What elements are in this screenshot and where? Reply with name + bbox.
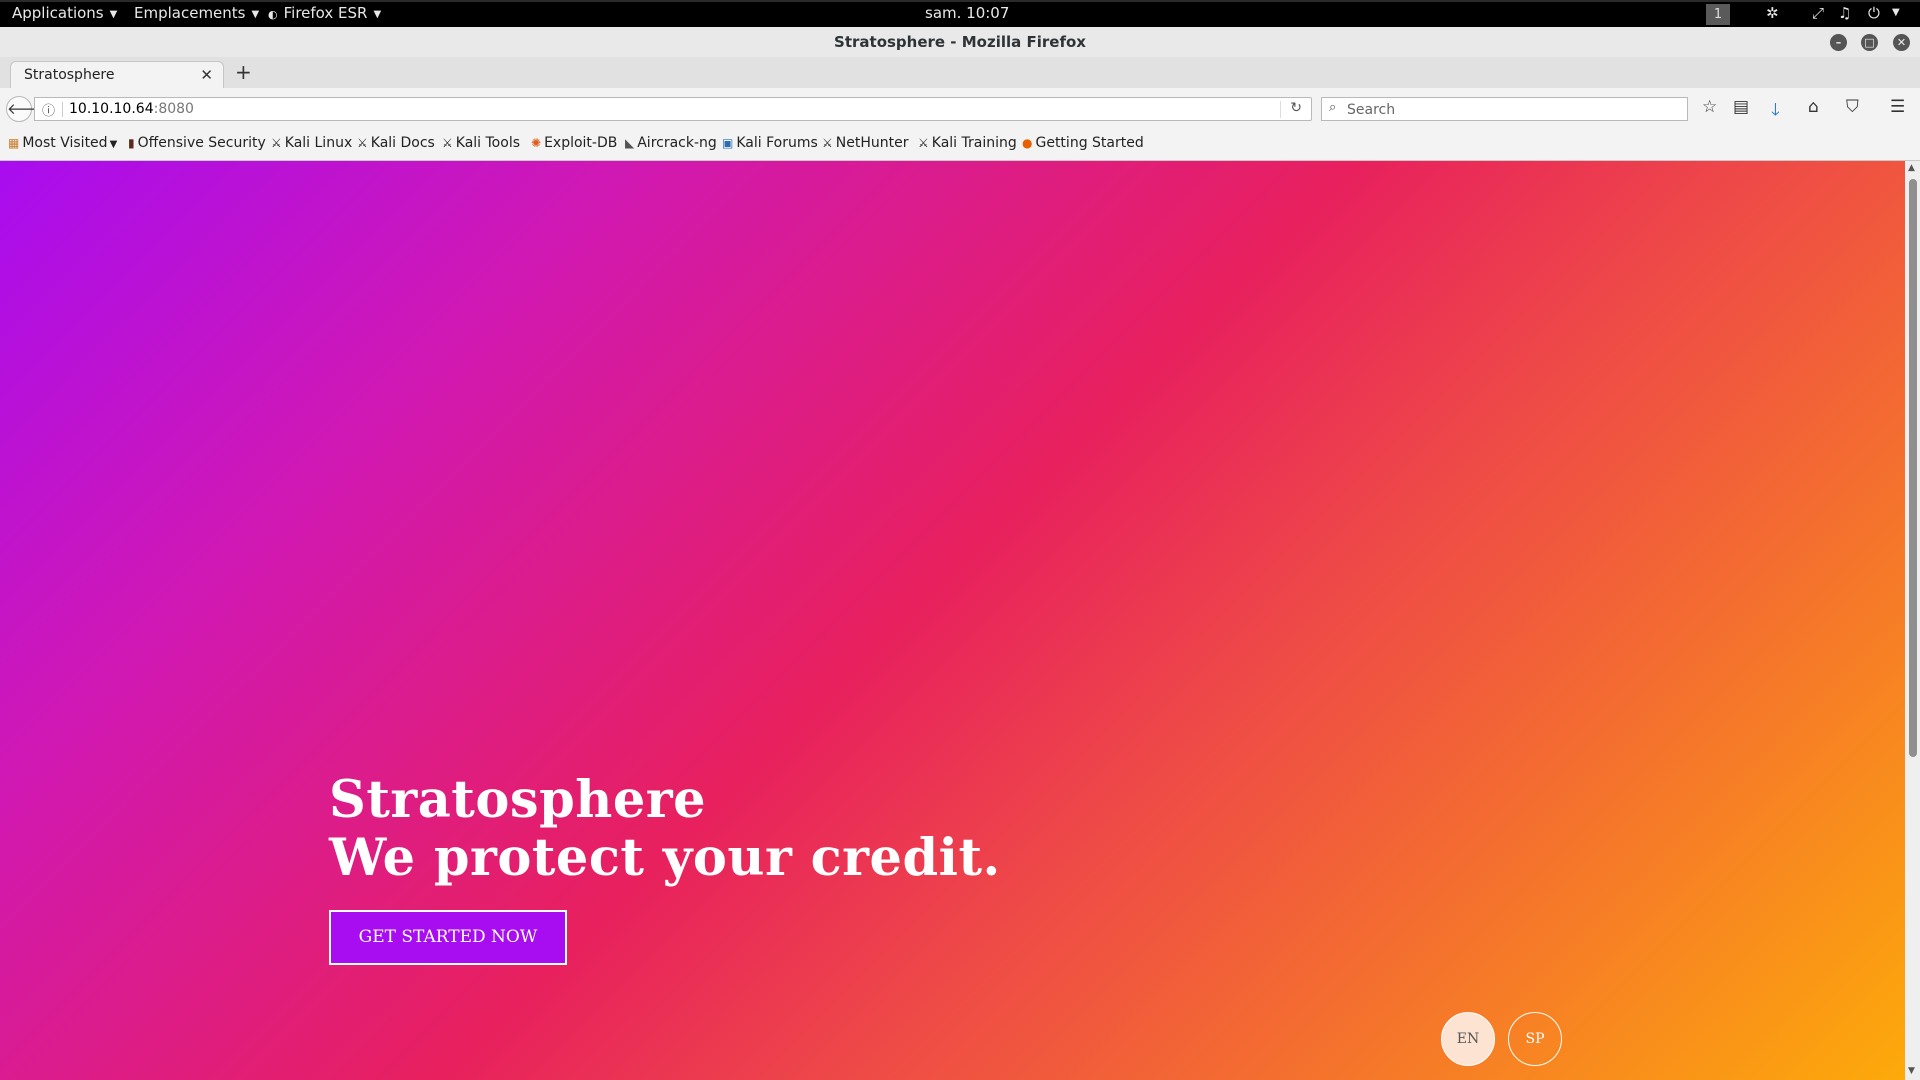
- bookmark-kali-linux[interactable]: ⚔ Kali Linux: [271, 135, 352, 151]
- bookmark-label: Kali Tools: [455, 135, 520, 151]
- bookmark-exploit-db[interactable]: ✺ Exploit-DB: [531, 135, 617, 151]
- scroll-up-icon[interactable]: ▲: [1908, 163, 1915, 173]
- bookmark-nethunter[interactable]: ⚔ NetHunter: [822, 135, 908, 151]
- scroll-down-icon[interactable]: ▼: [1908, 1066, 1915, 1076]
- applications-menu[interactable]: Applications ▼: [12, 4, 117, 22]
- kali-icon: ⚔: [442, 136, 453, 150]
- url-divider: [62, 102, 63, 117]
- pocket-icon[interactable]: ⛉: [1846, 97, 1859, 117]
- url-port: :8080: [153, 101, 194, 117]
- hero-heading: Stratosphere We protect your credit.: [329, 771, 1001, 887]
- bookmark-most-visited[interactable]: ▦ Most Visited ▼: [8, 135, 117, 151]
- network-icon[interactable]: ⤢: [1812, 4, 1824, 22]
- kali-icon: ⚔: [357, 136, 368, 150]
- kali-icon: ⚔: [822, 136, 833, 150]
- firefox-icon: ◐: [268, 8, 278, 21]
- caret-down-icon: ▼: [109, 9, 118, 20]
- search-input[interactable]: [1345, 100, 1679, 120]
- new-tab-button[interactable]: +: [235, 60, 252, 84]
- folder-icon: ▦: [8, 136, 20, 150]
- places-label: Emplacements: [134, 4, 246, 22]
- bookmark-label: Kali Docs: [370, 135, 435, 151]
- offsec-icon: ▮: [128, 136, 135, 150]
- downloads-icon[interactable]: 🡓: [1771, 97, 1780, 126]
- page-scrollbar[interactable]: ▲ ▼: [1905, 161, 1920, 1080]
- bookmark-label: Kali Training: [931, 135, 1017, 151]
- reading-list-icon[interactable]: ▤: [1733, 97, 1749, 117]
- get-started-button[interactable]: GET STARTED NOW: [329, 910, 567, 965]
- bookmark-aircrack-ng[interactable]: ◣ Aircrack-ng: [625, 135, 717, 151]
- workspace-indicator[interactable]: 1: [1706, 4, 1730, 25]
- system-top-bar: Applications ▼ Emplacements ▼ ◐ Firefox ESR…: [0, 0, 1920, 27]
- power-icon[interactable]: ⏻: [1868, 4, 1880, 22]
- volume-icon[interactable]: ♫: [1838, 4, 1851, 22]
- bookmark-star-icon[interactable]: ☆: [1702, 97, 1717, 117]
- tab-stratosphere[interactable]: Stratosphere ✕: [10, 61, 224, 89]
- scrollbar-thumb[interactable]: [1909, 179, 1917, 757]
- close-window-button[interactable]: ✕: [1893, 34, 1910, 51]
- firefox-app-menu[interactable]: ◐ Firefox ESR ▼: [268, 4, 381, 22]
- bookmark-label: Kali Linux: [284, 135, 353, 151]
- clock[interactable]: sam. 10:07: [925, 4, 1009, 22]
- url-bar[interactable]: ⓘ 10.10.10.64:8080 ↻: [34, 97, 1312, 121]
- bookmarks-toolbar: ▦ Most Visited ▼ ▮ Offensive Security ⚔ Kali…: [0, 130, 1920, 161]
- minimize-button[interactable]: –: [1830, 34, 1847, 51]
- bookmark-label: NetHunter: [835, 135, 909, 151]
- caret-down-icon: ▼: [251, 9, 260, 20]
- search-icon: ⌕: [1329, 100, 1337, 115]
- navigation-toolbar: 🡐 ⓘ 10.10.10.64:8080 ↻ ⌕ ☆ ▤ 🡓 ⌂ ⛉ ☰: [0, 88, 1920, 130]
- firefox-icon: ●: [1022, 136, 1033, 150]
- search-bar[interactable]: ⌕: [1321, 97, 1688, 121]
- caret-down-icon[interactable]: ▼: [1892, 7, 1900, 18]
- caret-down-icon: ▼: [373, 9, 382, 20]
- bookmark-getting-started[interactable]: ● Getting Started: [1022, 135, 1144, 151]
- bookmark-label: Most Visited: [22, 135, 108, 151]
- bookmark-label: Kali Forums: [736, 135, 818, 151]
- forums-icon: ▣: [722, 136, 734, 150]
- bookmark-kali-training[interactable]: ⚔ Kali Training: [918, 135, 1017, 151]
- kali-icon: ⚔: [918, 136, 929, 150]
- back-button[interactable]: 🡐: [6, 96, 47, 122]
- site-info-icon[interactable]: ⓘ: [42, 100, 55, 119]
- tab-title: Stratosphere: [24, 67, 115, 83]
- exploitdb-icon: ✺: [531, 136, 542, 150]
- bookmark-kali-docs[interactable]: ⚔ Kali Docs: [357, 135, 435, 151]
- reload-divider: [1280, 101, 1281, 118]
- home-icon[interactable]: ⌂: [1808, 97, 1819, 117]
- hero: Stratosphere We protect your credit.: [329, 771, 1001, 887]
- applications-label: Applications: [12, 4, 104, 22]
- window-title-bar: Stratosphere - Mozilla Firefox – □ ✕: [0, 27, 1920, 57]
- bookmark-kali-forums[interactable]: ▣ Kali Forums: [722, 135, 818, 151]
- bookmark-offensive-security[interactable]: ▮ Offensive Security: [128, 135, 266, 151]
- menu-hamburger-icon[interactable]: ☰: [1890, 97, 1905, 117]
- close-tab-icon[interactable]: ✕: [200, 66, 213, 84]
- bookmark-label: Aircrack-ng: [637, 135, 717, 151]
- bookmark-label: Exploit-DB: [544, 135, 618, 151]
- aircrack-icon: ◣: [625, 136, 635, 150]
- bookmark-kali-tools[interactable]: ⚔ Kali Tools: [442, 135, 520, 151]
- hero-tagline: We protect your credit.: [329, 828, 1001, 888]
- language-en-button[interactable]: EN: [1441, 1012, 1495, 1066]
- places-menu[interactable]: Emplacements ▼: [134, 4, 259, 22]
- screenshot-tray-icon[interactable]: ✲: [1766, 4, 1779, 22]
- reload-icon[interactable]: ↻: [1290, 100, 1302, 116]
- bookmark-label: Getting Started: [1035, 135, 1144, 151]
- hero-title: Stratosphere: [329, 770, 707, 830]
- maximize-button[interactable]: □: [1861, 34, 1878, 51]
- chevron-down-icon: ▼: [109, 139, 118, 150]
- kali-icon: ⚔: [271, 136, 282, 150]
- window-title: Stratosphere - Mozilla Firefox: [834, 33, 1086, 51]
- page-content: Stratosphere We protect your credit. GET…: [0, 161, 1905, 1080]
- url-host: 10.10.10.64: [69, 101, 154, 117]
- url-text[interactable]: 10.10.10.64:8080: [69, 101, 194, 117]
- language-sp-button[interactable]: SP: [1508, 1012, 1562, 1066]
- bookmark-label: Offensive Security: [137, 135, 266, 151]
- firefox-menu-label: Firefox ESR: [283, 4, 368, 22]
- tab-strip: Stratosphere ✕ +: [0, 57, 1920, 89]
